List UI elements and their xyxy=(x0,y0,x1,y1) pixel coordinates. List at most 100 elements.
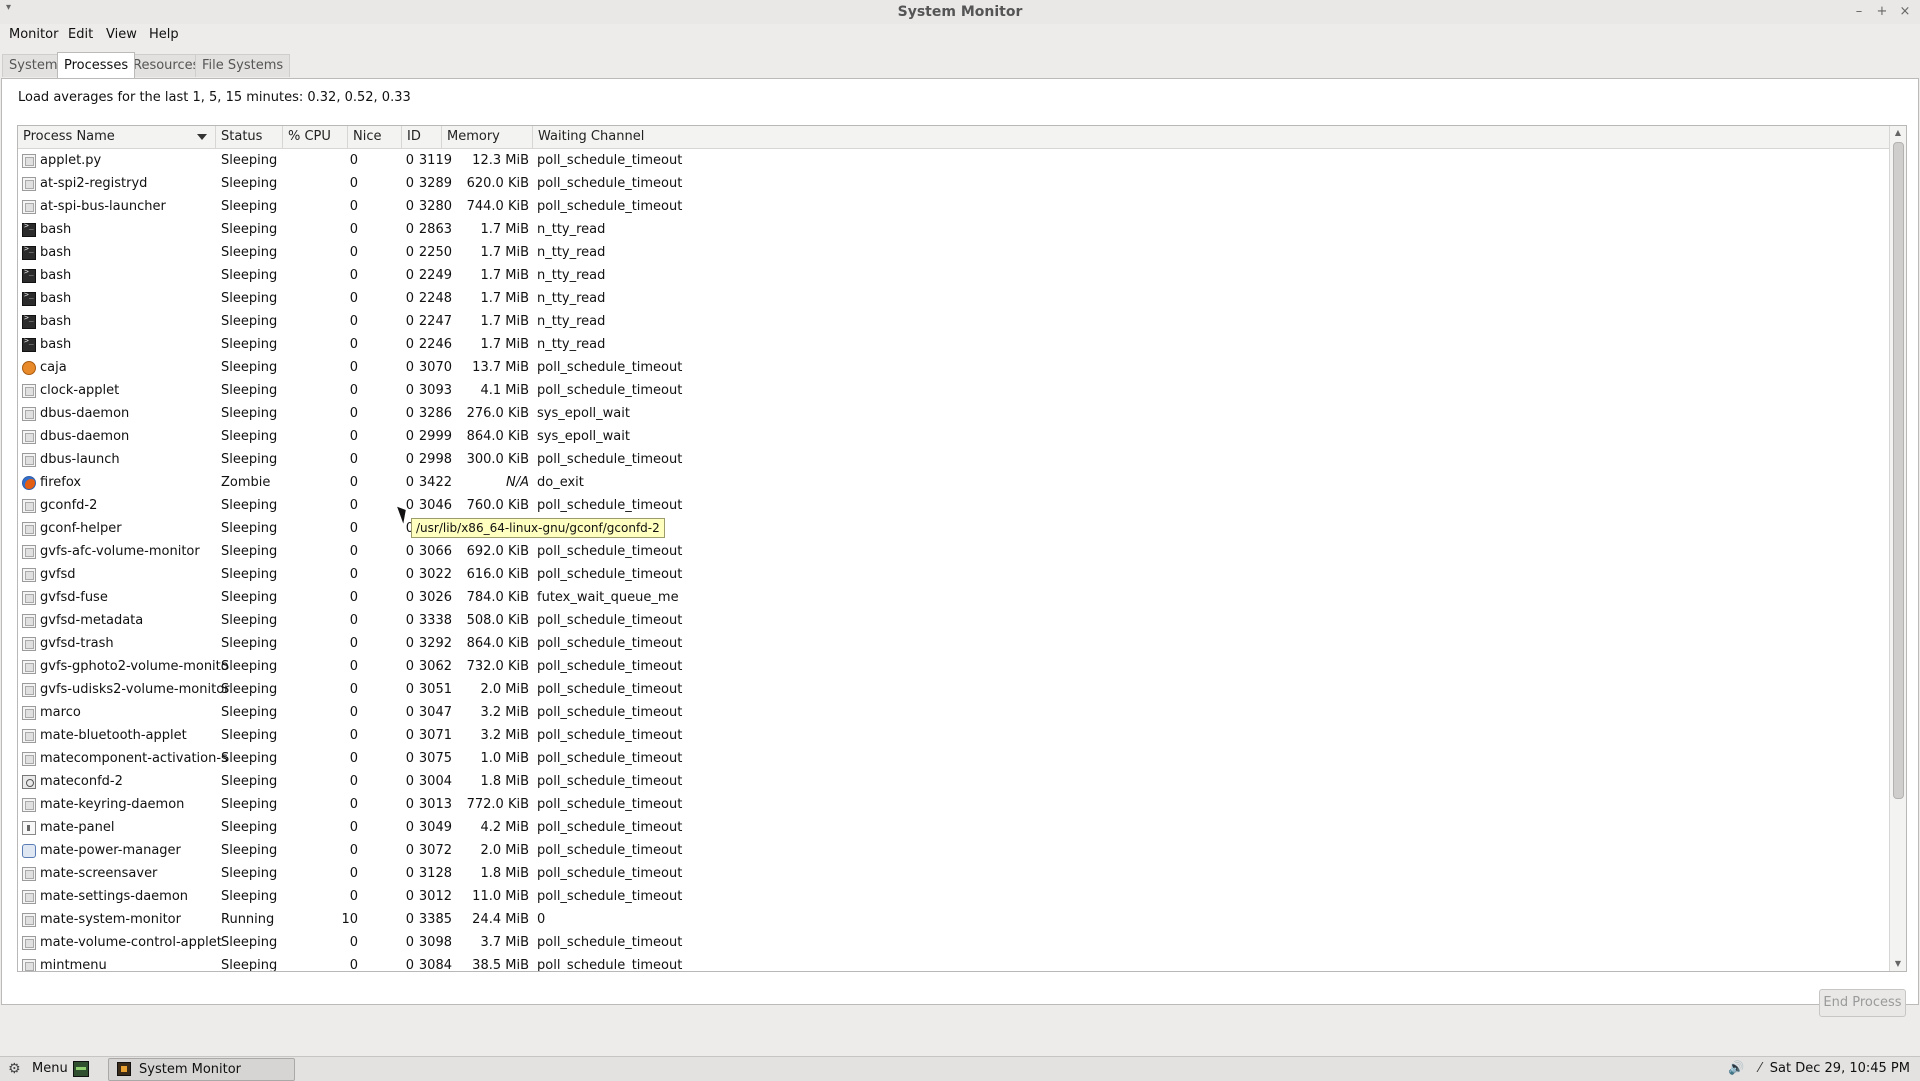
scrollbar-thumb[interactable] xyxy=(1893,142,1904,799)
cpu-cell: 0 xyxy=(349,659,358,674)
waiting-channel-cell: n_tty_read xyxy=(537,291,606,306)
table-row[interactable]: mate-system-monitor Running 10 0 3385 24.4 Mi… xyxy=(18,908,1890,931)
taskbar-clock[interactable]: Sat Dec 29, 10:45 PM xyxy=(1770,1057,1910,1081)
table-row[interactable]: mate-volume-control-applet Sleeping 0 0 3098… xyxy=(18,931,1890,954)
processes-panel: Load averages for the last 1, 5, 15 minu… xyxy=(1,78,1919,1017)
waiting-channel-cell: poll_schedule_timeout xyxy=(537,613,683,628)
column-header-waiting-channel[interactable]: Waiting Channel xyxy=(533,126,1890,148)
process-name-cell: at-spi-bus-launcher xyxy=(40,199,166,214)
waiting-channel-cell: poll_schedule_timeout xyxy=(537,797,683,812)
scroll-up-icon[interactable]: ▲ xyxy=(1890,126,1906,140)
table-row[interactable]: gvfs-udisks2-volume-monitor Sleeping 0 0 305… xyxy=(18,678,1890,701)
table-row[interactable]: bashSleeping0022501.7 MiBn_tty_read xyxy=(18,241,1890,264)
table-row[interactable]: mateconfd-2 Sleeping 0 0 3004 1.8 MiB poll_sch… xyxy=(18,770,1890,793)
cpu-cell: 0 xyxy=(349,153,358,168)
window-title: System Monitor xyxy=(897,4,1023,20)
menu-view[interactable]: View xyxy=(106,27,137,42)
system-monitor-icon xyxy=(117,1062,131,1076)
firefox-icon xyxy=(22,476,36,490)
table-row[interactable]: applet.py Sleeping 0 0 3119 12.3 MiB poll_sche… xyxy=(18,149,1890,172)
column-header-status[interactable]: Status xyxy=(216,126,283,148)
maximize-icon[interactable]: + xyxy=(1872,2,1892,22)
menu-monitor[interactable]: Monitor xyxy=(9,27,58,42)
cpu-cell: 0 xyxy=(349,613,358,628)
table-row[interactable]: caja Sleeping 0 0 3070 13.7 MiB poll_schedule_… xyxy=(18,356,1890,379)
table-row[interactable]: dbus-daemon Sleeping 0 0 3286 276.0 KiB sys_ep… xyxy=(18,402,1890,425)
table-row[interactable]: mate-screensaver Sleeping 0 0 3128 1.8 MiB pol… xyxy=(18,862,1890,885)
process-name-cell: gconfd-2 xyxy=(40,498,98,513)
table-row[interactable]: marco Sleeping 0 0 3047 3.2 MiB poll_schedule_… xyxy=(18,701,1890,724)
end-process-button[interactable]: End Process xyxy=(1819,989,1906,1017)
status-cell: Sleeping xyxy=(221,314,278,329)
memory-cell: 13.7 MiB xyxy=(472,360,529,375)
table-row[interactable]: dbus-daemon Sleeping 0 0 2999 864.0 KiB sys_ep… xyxy=(18,425,1890,448)
tab-processes[interactable]: Processes xyxy=(57,52,136,78)
column-header-cpu[interactable]: % CPU xyxy=(283,126,348,148)
waiting-channel-cell: poll_schedule_timeout xyxy=(537,866,683,881)
menu-help[interactable]: Help xyxy=(149,27,179,42)
network-icon[interactable]: ⁄ xyxy=(1752,1061,1768,1077)
cpu-cell: 0 xyxy=(349,429,358,444)
cpu-cell: 0 xyxy=(349,797,358,812)
cpu-cell: 0 xyxy=(349,682,358,697)
cpu-cell: 0 xyxy=(349,337,358,352)
table-row[interactable]: at-spi2-registryd Sleeping 0 0 3289 620.0 KiB… xyxy=(18,172,1890,195)
column-header-label: ID xyxy=(407,129,421,144)
table-row[interactable]: mate-panel Sleeping 0 0 3049 4.2 MiB poll_sche… xyxy=(18,816,1890,839)
scroll-down-icon[interactable]: ▼ xyxy=(1890,957,1906,971)
process-table: Process Name Status % CPU Nice ID Memory… xyxy=(17,125,1907,972)
table-row[interactable]: gvfs-gphoto2-volume-monito Sleeping 0 0 3062… xyxy=(18,655,1890,678)
menu-edit[interactable]: Edit xyxy=(68,27,93,42)
table-row[interactable]: clock-applet Sleeping 0 0 3093 4.1 MiB poll_sc… xyxy=(18,379,1890,402)
table-row[interactable]: mintmenu Sleeping 0 0 3084 38.5 MiB poll_sched… xyxy=(18,954,1890,971)
terminal-launcher-icon[interactable] xyxy=(73,1061,89,1077)
volume-icon[interactable]: 🔊 xyxy=(1728,1061,1744,1077)
id-cell: 3280 xyxy=(418,199,452,214)
column-header-process-name[interactable]: Process Name xyxy=(18,126,216,148)
waiting-channel-cell: n_tty_read xyxy=(537,245,606,260)
table-row[interactable]: bashSleeping0022481.7 MiBn_tty_read xyxy=(18,287,1890,310)
memory-cell: 1.0 MiB xyxy=(480,751,529,766)
column-header-id[interactable]: ID xyxy=(402,126,442,148)
gear-icon[interactable]: ⚙ xyxy=(8,1061,24,1077)
process-name-cell: gvfsd-fuse xyxy=(40,590,108,605)
column-header-nice[interactable]: Nice xyxy=(348,126,402,148)
column-header-label: Waiting Channel xyxy=(538,129,645,144)
tab-file-systems[interactable]: File Systems xyxy=(195,54,291,77)
table-row[interactable]: gvfsd-metadata Sleeping 0 0 3338 508.0 KiB pol… xyxy=(18,609,1890,632)
table-row[interactable]: mate-settings-daemon Sleeping 0 0 3012 11.0 M… xyxy=(18,885,1890,908)
close-icon[interactable]: × xyxy=(1895,2,1915,22)
table-row[interactable]: dbus-launch Sleeping 0 0 2998 300.0 KiB poll_s… xyxy=(18,448,1890,471)
table-row[interactable]: firefox Zombie 0 0 3422 N/A do_exit xyxy=(18,471,1890,494)
table-row[interactable]: bashSleeping0028631.7 MiBn_tty_read xyxy=(18,218,1890,241)
table-row[interactable]: gvfs-afc-volume-monitor Sleeping 0 0 3066 692… xyxy=(18,540,1890,563)
terminal-icon xyxy=(22,267,36,283)
table-row[interactable]: mate-bluetooth-applet Sleeping 0 0 3071 3.2 M… xyxy=(18,724,1890,747)
process-name-cell: bash xyxy=(40,268,72,283)
tab-system[interactable]: System xyxy=(2,54,65,77)
table-row[interactable]: gvfsd-fuse Sleeping 0 0 3026 784.0 KiB futex_w… xyxy=(18,586,1890,609)
taskbar-window-system-monitor[interactable]: System Monitor xyxy=(108,1058,295,1081)
table-row[interactable]: bashSleeping0022461.7 MiBn_tty_read xyxy=(18,333,1890,356)
table-row[interactable]: mate-keyring-daemon Sleeping 0 0 3013 772.0 K… xyxy=(18,793,1890,816)
memory-cell: 4.2 MiB xyxy=(480,820,529,835)
cpu-cell: 0 xyxy=(349,544,358,559)
table-row[interactable]: gvfsd-trash Sleeping 0 0 3292 864.0 KiB poll_s… xyxy=(18,632,1890,655)
column-header-memory[interactable]: Memory xyxy=(442,126,533,148)
table-row[interactable]: bashSleeping0022471.7 MiBn_tty_read xyxy=(18,310,1890,333)
process-name-cell: mate-screensaver xyxy=(40,866,158,881)
table-row[interactable]: gconfd-2 Sleeping 0 0 3046 760.0 KiB poll_sche… xyxy=(18,494,1890,517)
waiting-channel-cell: poll_schedule_timeout xyxy=(537,728,683,743)
table-row[interactable]: bashSleeping0022491.7 MiBn_tty_read xyxy=(18,264,1890,287)
vertical-scrollbar[interactable]: ▲ ▼ xyxy=(1889,126,1906,971)
table-row[interactable]: gconf-helperSleeping003 xyxy=(18,517,1890,540)
table-row[interactable]: gvfsd Sleeping 0 0 3022 616.0 KiB poll_schedul… xyxy=(18,563,1890,586)
minimize-icon[interactable]: – xyxy=(1849,2,1869,22)
table-row[interactable]: matecomponent-activation-s Sleeping 0 0 3075… xyxy=(18,747,1890,770)
memory-cell: 508.0 KiB xyxy=(466,613,529,628)
table-row[interactable]: at-spi-bus-launcher Sleeping 0 0 3280 744.0 K… xyxy=(18,195,1890,218)
cpu-cell: 0 xyxy=(349,360,358,375)
status-cell: Sleeping xyxy=(221,820,278,835)
taskbar-menu-button[interactable]: Menu xyxy=(32,1057,68,1081)
table-row[interactable]: mate-power-manager Sleeping 0 0 3072 2.0 MiB p… xyxy=(18,839,1890,862)
